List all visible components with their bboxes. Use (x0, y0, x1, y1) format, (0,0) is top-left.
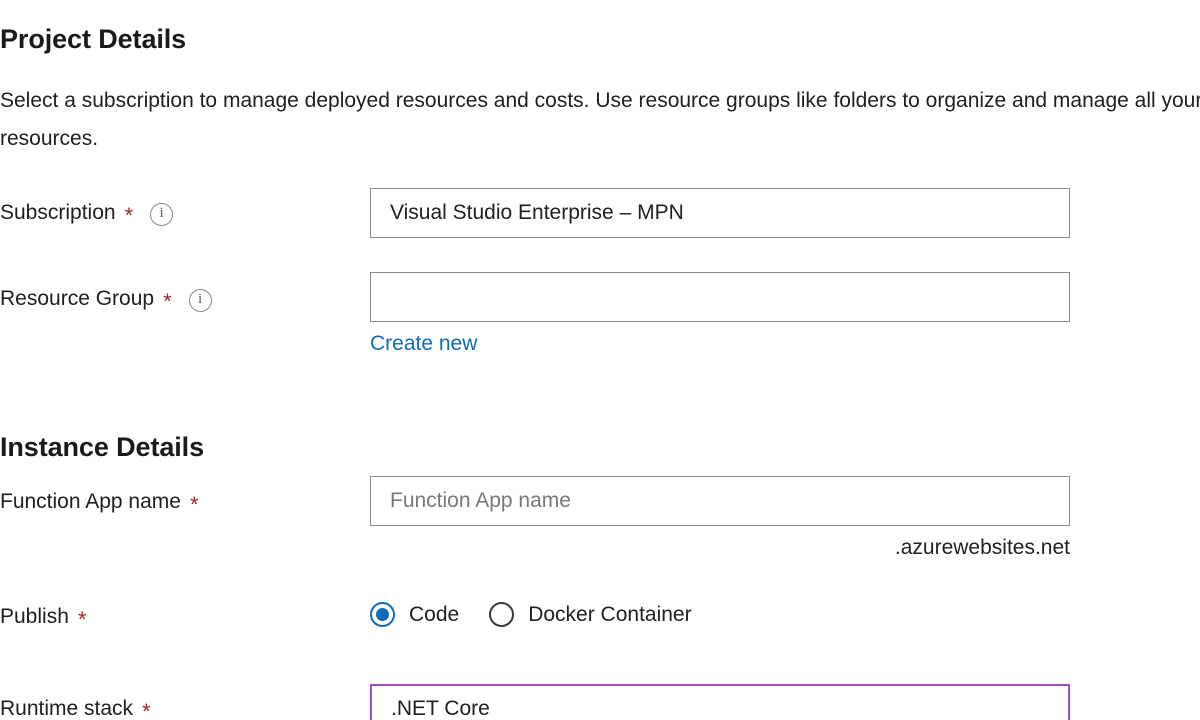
publish-radio-group: Code Docker Container (370, 602, 722, 627)
subscription-info-icon[interactable]: i (150, 202, 174, 226)
publish-label-text: Publish (0, 605, 69, 628)
subscription-label-text: Subscription (0, 201, 116, 224)
radio-selected-icon (370, 602, 395, 627)
subscription-select[interactable]: Visual Studio Enterprise – MPN (370, 188, 1070, 238)
radio-unselected-icon (489, 602, 515, 627)
create-new-resource-group-link[interactable]: Create new (370, 332, 477, 356)
publish-radio-code[interactable]: Code (370, 602, 459, 627)
runtime-stack-select[interactable]: .NET Core (370, 684, 1070, 720)
resource-group-required-asterisk: * (163, 289, 172, 314)
instance-details-heading: Instance Details (0, 432, 204, 462)
project-details-description-line2: resources. (0, 127, 99, 150)
publish-radio-code-label: Code (409, 602, 460, 626)
publish-required-asterisk: * (77, 607, 87, 632)
resource-group-info-icon[interactable]: i (188, 288, 212, 312)
function-app-name-placeholder: Function App name (390, 489, 571, 512)
function-app-name-required-asterisk: * (189, 492, 199, 517)
function-app-name-domain-suffix: .azurewebsites.net (894, 536, 1070, 559)
form-viewport: Project Details Select a subscription to… (0, 0, 1200, 720)
project-details-heading: Project Details (0, 24, 187, 54)
subscription-label: Subscription * i (0, 198, 174, 228)
project-details-description-line1: Select a subscription to manage deployed… (0, 89, 1200, 112)
runtime-stack-label-text: Runtime stack (0, 697, 134, 720)
runtime-stack-value: .NET Core (391, 697, 490, 720)
publish-radio-docker-container-label: Docker Container (528, 602, 692, 626)
publish-radio-docker-container[interactable]: Docker Container (489, 602, 692, 627)
function-app-name-input[interactable]: Function App name (370, 476, 1070, 526)
resource-group-label-text: Resource Group (0, 287, 155, 310)
runtime-stack-label: Runtime stack * (0, 694, 151, 720)
publish-label: Publish * (0, 602, 86, 632)
radio-dot (376, 608, 389, 621)
function-app-name-label-text: Function App name (0, 490, 181, 513)
function-app-name-label: Function App name * (0, 487, 199, 517)
subscription-value: Visual Studio Enterprise – MPN (390, 201, 684, 224)
subscription-required-asterisk: * (124, 203, 134, 228)
resource-group-label: Resource Group * i (0, 284, 212, 314)
subscription-info-icon-glyph: i (159, 205, 164, 221)
resource-group-select[interactable] (370, 272, 1070, 322)
runtime-stack-required-asterisk: * (142, 699, 151, 720)
resource-group-info-icon-glyph: i (198, 291, 203, 307)
